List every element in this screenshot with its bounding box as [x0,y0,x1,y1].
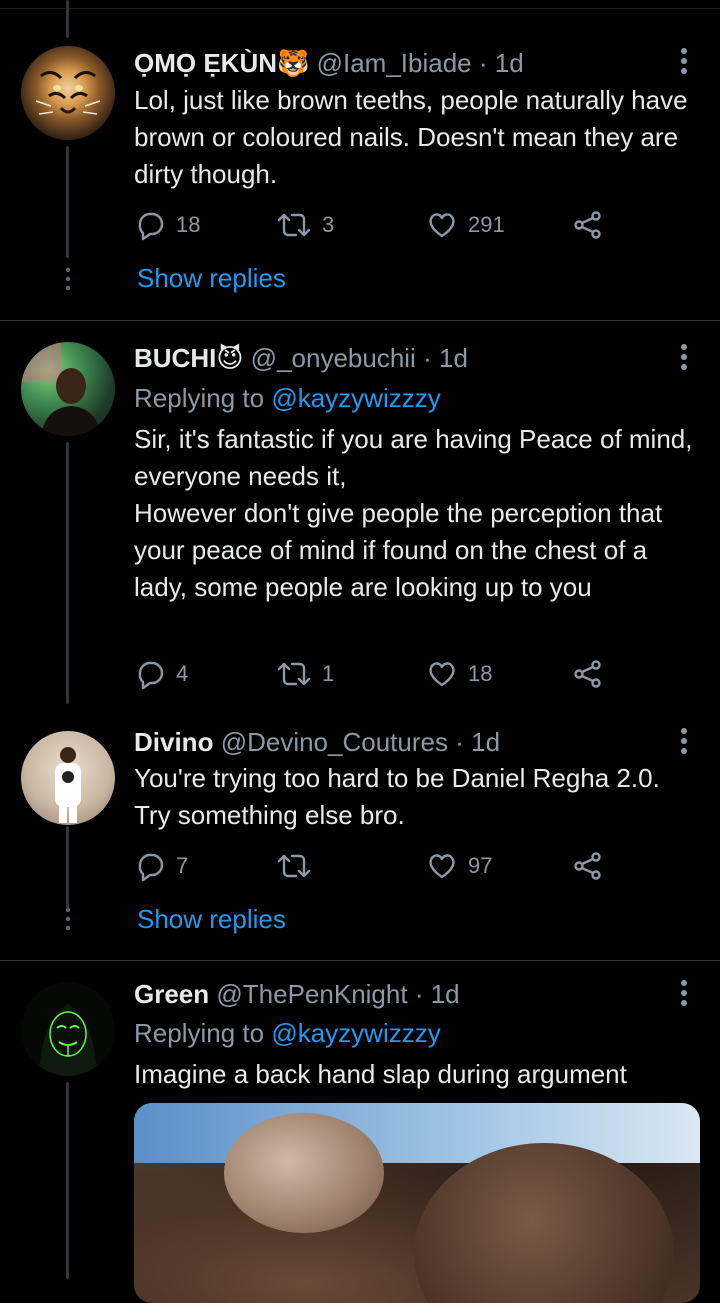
action-bar: 18 3 291 [134,205,614,245]
tweet-text: Sir, it's fantastic if you are having Pe… [134,424,693,602]
retweet-button[interactable]: 3 [276,205,334,245]
timestamp[interactable]: 1d [431,979,460,1009]
like-count: 291 [468,212,505,237]
replying-to-label: Replying to [134,383,265,413]
action-bar: 7 97 [134,846,614,886]
retweet-icon [277,213,311,237]
replying-to: Replying to @kayzywizzzy [134,1016,441,1050]
image-thumb [224,1113,384,1233]
tweet-text: You're trying too hard to be Daniel Regh… [134,763,660,830]
user-handle[interactable]: @_onyebuchii [251,343,416,373]
reply-count: 7 [176,853,189,878]
more-icon[interactable] [674,342,694,372]
replying-to: Replying to @kayzywizzzy [134,381,441,415]
thread-more-dots[interactable] [63,266,73,292]
reply-icon [138,853,164,882]
retweet-icon [277,854,311,878]
tweet-media-image[interactable] [134,1103,700,1303]
separator: · [478,48,488,78]
like-button[interactable]: 18 [426,654,492,694]
retweet-count: 3 [322,212,335,237]
share-icon [574,660,601,688]
display-name[interactable]: BUCHI😈 [134,343,243,373]
tweet-text: Lol, just like brown teeths, people natu… [134,85,688,189]
timestamp[interactable]: 1d [439,343,468,373]
profile-photo [55,747,81,823]
user-handle[interactable]: @ThePenKnight [216,979,407,1009]
timestamp[interactable]: 1d [471,727,500,757]
share-button[interactable] [572,205,604,245]
tweet-header: ỌMỌ ẸKÙN🐯 @Iam_Ibiade · 1d [134,46,524,80]
tweet-header: BUCHI😈 @_onyebuchii · 1d [134,341,468,375]
timestamp[interactable]: 1d [495,48,524,78]
retweet-count: 1 [322,661,335,686]
avatar[interactable] [21,342,115,436]
profile-photo [21,342,101,436]
more-icon[interactable] [674,726,694,756]
thread-line [66,1082,69,1279]
more-icon[interactable] [674,46,694,76]
share-icon [574,211,601,239]
share-button[interactable] [572,846,604,886]
show-replies-link[interactable]: Show replies [137,904,286,935]
reply-button[interactable]: 7 [134,846,188,886]
reply-count: 18 [176,212,201,237]
user-handle[interactable]: @Devino_Coutures [221,727,448,757]
retweet-button[interactable]: 1 [276,654,334,694]
like-button[interactable]: 97 [426,846,492,886]
tweet-text: Imagine a back hand slap during argument [134,1059,627,1089]
display-name[interactable]: Green [134,979,209,1009]
action-bar: 4 1 18 [134,654,614,694]
reply-count: 4 [176,661,189,686]
thread-more-dots[interactable] [63,906,73,932]
reply-button[interactable]: 18 [134,205,200,245]
divider [0,960,720,961]
more-icon[interactable] [674,978,694,1008]
like-icon [429,662,455,687]
reply-button[interactable]: 4 [134,654,188,694]
separator: · [414,979,424,1009]
thread-line [66,826,69,908]
anonymous-mask-avatar [39,1004,97,1076]
tweet-header: Divino @Devino_Coutures · 1d [134,725,500,759]
share-button[interactable] [572,654,604,694]
thread-line [66,0,69,38]
like-button[interactable]: 291 [426,205,505,245]
avatar[interactable] [21,982,115,1076]
retweet-icon [277,662,311,686]
like-icon [429,854,455,879]
reply-icon [138,212,164,241]
retweet-button[interactable] [276,846,322,886]
like-count: 97 [468,853,493,878]
avatar[interactable] [21,731,115,825]
share-icon [574,852,601,880]
tiger-avatar-image [35,71,101,115]
separator: · [455,727,464,757]
user-handle[interactable]: @Iam_Ibiade [317,48,472,78]
thread-line [66,442,69,704]
mention-link[interactable]: @kayzywizzzy [271,383,440,413]
like-count: 18 [468,661,493,686]
display-name[interactable]: Divino [134,727,213,757]
replying-to-label: Replying to [134,1018,265,1048]
display-name[interactable]: ỌMỌ ẸKÙN🐯 [134,48,309,78]
like-icon [429,213,455,238]
divider [0,320,720,321]
mention-link[interactable]: @kayzywizzzy [271,1018,440,1048]
tweet-header: Green @ThePenKnight · 1d [134,977,460,1011]
reply-icon [138,661,164,690]
separator: · [423,343,432,373]
thread-line [66,146,69,258]
show-replies-link[interactable]: Show replies [137,263,286,294]
top-divider [0,8,720,9]
avatar[interactable] [21,46,115,140]
